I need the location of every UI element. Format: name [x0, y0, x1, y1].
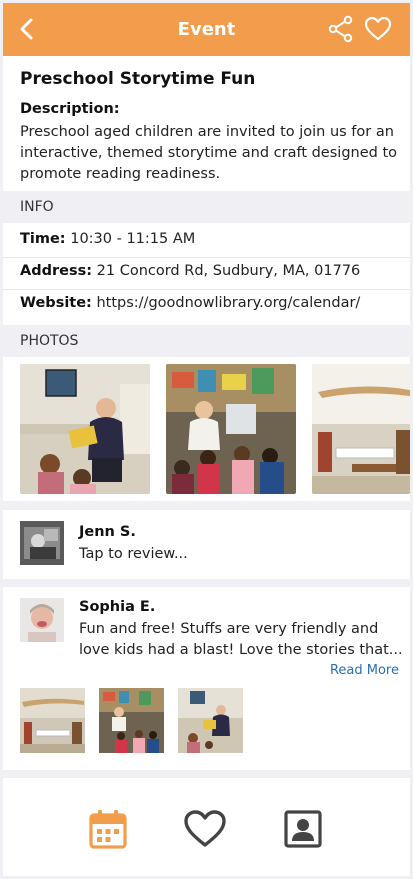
- tab-calendar[interactable]: [86, 807, 130, 851]
- info-section-header: INFO: [3, 191, 410, 223]
- time-row: Time: 10:30 - 11:15 AM: [20, 231, 195, 247]
- avatar: [20, 521, 64, 565]
- photos-section-header: PHOTOS: [3, 325, 410, 357]
- review-photo[interactable]: [20, 688, 85, 753]
- review-prompt[interactable]: Tap to review...: [79, 546, 188, 562]
- address-row[interactable]: Address: 21 Concord Rd, Sudbury, MA, 017…: [20, 263, 360, 279]
- event-photo[interactable]: [312, 364, 410, 494]
- website-row[interactable]: Website: https://goodnowlibrary.org/cale…: [20, 295, 360, 311]
- event-title: Preschool Storytime Fun: [20, 69, 256, 89]
- bottom-tab-bar: [3, 778, 410, 876]
- reviewer-name: Sophia E.: [79, 599, 156, 615]
- event-photo[interactable]: [166, 364, 296, 494]
- reviewer-name: Jenn S.: [79, 524, 136, 540]
- profile-card-icon: [284, 810, 322, 848]
- time-value: 10:30 - 11:15 AM: [70, 231, 196, 247]
- app-header: Event: [3, 3, 410, 56]
- event-screen: Event Preschool Storytime Fun Descriptio…: [3, 3, 410, 876]
- website-label: Website:: [20, 295, 92, 311]
- heart-outline-icon: [184, 810, 226, 847]
- review-card[interactable]: [3, 510, 410, 579]
- description-text: Preschool aged children are invited to j…: [20, 124, 397, 182]
- avatar: [20, 598, 64, 642]
- address-label: Address:: [20, 263, 93, 279]
- address-value: 21 Concord Rd, Sudbury, MA, 01776: [96, 263, 361, 279]
- event-photo[interactable]: [20, 364, 150, 494]
- divider: [3, 289, 410, 290]
- description-label: Description:: [20, 101, 120, 117]
- divider: [3, 257, 410, 258]
- favorite-button[interactable]: [364, 15, 392, 43]
- review-text-line: love kids had a blast! Love the stories …: [79, 642, 403, 658]
- calendar-icon: [89, 810, 127, 849]
- review-photo[interactable]: [99, 688, 164, 753]
- website-value: https://goodnowlibrary.org/calendar/: [96, 295, 361, 311]
- time-label: Time:: [20, 231, 66, 247]
- review-photo[interactable]: [178, 688, 243, 753]
- read-more-link[interactable]: Read More: [330, 663, 399, 678]
- tab-favorites[interactable]: [183, 807, 227, 851]
- tab-profile[interactable]: [281, 807, 325, 851]
- review-text-line: Fun and free! Stuffs are very friendly a…: [79, 621, 379, 637]
- share-button[interactable]: [327, 15, 355, 43]
- share-icon: [328, 15, 353, 43]
- heart-outline-icon: [364, 16, 392, 41]
